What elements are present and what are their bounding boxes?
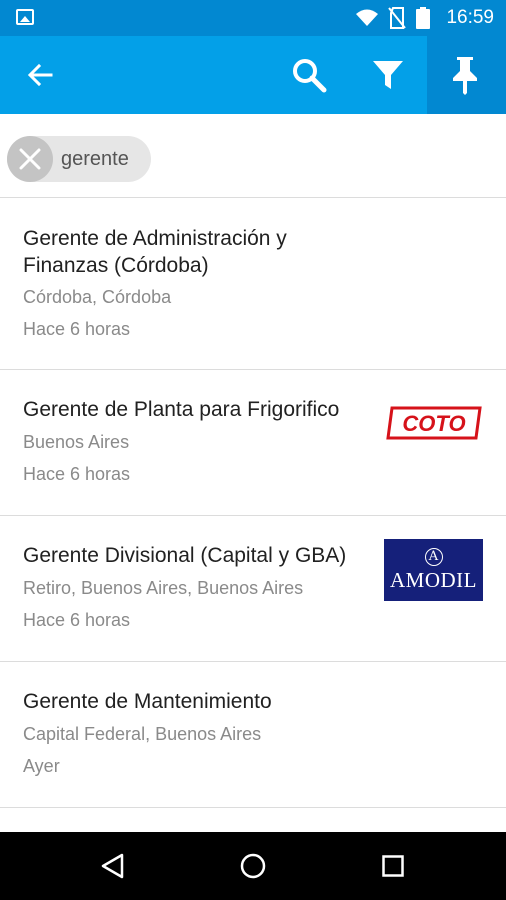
no-sim-icon — [388, 7, 407, 29]
filter-chip: gerente — [7, 136, 151, 182]
back-button[interactable] — [8, 36, 72, 114]
status-icons: 16:59 — [356, 0, 494, 36]
close-icon — [19, 148, 41, 170]
status-bar: 16:59 — [0, 0, 506, 36]
pin-icon-wrap — [433, 36, 497, 114]
job-title: Gerente Divisional (Capital y GBA) — [23, 544, 347, 567]
job-location: Retiro, Buenos Aires, Buenos Aires — [23, 578, 304, 598]
job-item[interactable]: Gerente Divisional (Capital y GBA) Retir… — [0, 516, 506, 662]
nav-home-button[interactable] — [213, 832, 293, 900]
job-posted: Hace 6 horas — [23, 319, 131, 339]
job-posted: Ayer — [23, 756, 60, 776]
logo-mark-icon: A — [424, 547, 443, 566]
pin-button[interactable] — [427, 36, 506, 114]
home-circle-icon — [240, 853, 266, 879]
filter-button[interactable] — [356, 36, 420, 114]
active-filters-bar: gerente — [0, 114, 506, 198]
filter-icon — [373, 61, 403, 89]
job-title: Gerente de Administración y Finanzas (Có… — [23, 227, 287, 277]
job-location: Buenos Aires — [23, 432, 130, 452]
chip-close-button[interactable] — [7, 136, 53, 182]
company-logo-coto: COTO — [386, 406, 482, 440]
recents-square-icon — [382, 855, 404, 877]
back-arrow-icon — [27, 63, 53, 87]
job-posted: Hace 6 horas — [23, 464, 131, 484]
clock: 16:59 — [446, 7, 494, 28]
logo-text: COTO — [402, 411, 465, 436]
job-item[interactable]: Gerente de Mantenimiento Capital Federal… — [0, 662, 506, 808]
job-location: Capital Federal, Buenos Aires — [23, 724, 262, 744]
chip-label: gerente — [61, 148, 129, 170]
pin-icon — [453, 57, 477, 95]
job-location: Córdoba, Córdoba — [23, 287, 172, 307]
job-title: Gerente de Planta para Frigorifico — [23, 398, 340, 421]
job-title: Gerente de Mantenimiento — [23, 690, 272, 713]
system-nav-bar — [0, 832, 506, 900]
wifi-icon — [356, 9, 379, 26]
back-triangle-icon — [101, 853, 124, 879]
job-item[interactable]: Gerente de Administración y Finanzas (Có… — [0, 198, 506, 370]
nav-back-button[interactable] — [72, 832, 152, 900]
nav-recents-button[interactable] — [353, 832, 433, 900]
job-posted: Hace 6 horas — [23, 610, 131, 630]
app-bar — [0, 36, 506, 114]
job-item[interactable]: Gerente de Planta para Frigorifico Bueno… — [0, 370, 506, 516]
search-button[interactable] — [277, 36, 341, 114]
image-icon — [16, 9, 34, 25]
battery-icon — [416, 7, 431, 29]
company-logo-amodil: A AMODIL — [384, 539, 483, 601]
logo-text: AMODIL — [390, 567, 477, 592]
search-icon — [293, 59, 327, 93]
